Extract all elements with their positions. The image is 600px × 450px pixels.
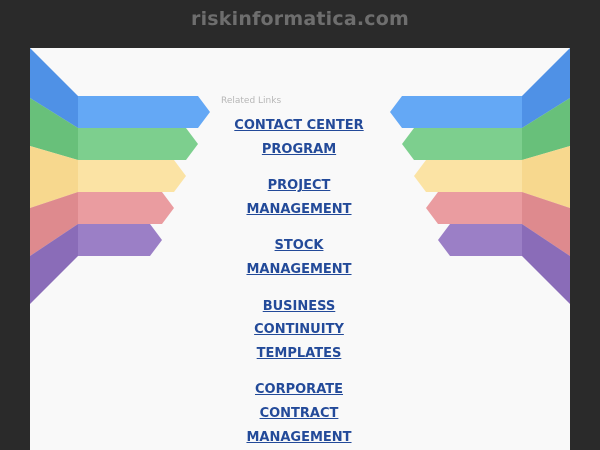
related-links-list: CONTACT CENTER PROGRAM PROJECT MANAGEMEN… [209,114,389,450]
right-ribbon-blue [390,96,522,128]
site-title: riskinformatica.com [191,8,409,30]
left-ribbon-yellow [78,160,186,192]
related-link-corporate-contract-management[interactable]: CORPORATE CONTRACT MANAGEMENT [209,378,389,449]
content-panel: Related Links CONTACT CENTER PROGRAM PRO… [30,48,570,450]
right-ribbon-yellow [414,160,522,192]
related-link-contact-center-program[interactable]: CONTACT CENTER PROGRAM [209,114,389,161]
right-ribbon-purple [438,224,522,256]
related-link-stock-management[interactable]: STOCK MANAGEMENT [209,234,389,281]
related-link-business-continuity-templates[interactable]: BUSINESS CONTINUITY TEMPLATES [209,295,389,366]
left-ribbon-green [78,128,198,160]
right-ribbon-red [426,192,522,224]
left-ribbon-red [78,192,174,224]
right-ribbon-green [402,128,522,160]
left-ribbon-blue [78,96,210,128]
related-link-project-management[interactable]: PROJECT MANAGEMENT [209,174,389,221]
left-ribbon-purple [78,224,162,256]
related-links-heading: Related Links [221,96,282,106]
